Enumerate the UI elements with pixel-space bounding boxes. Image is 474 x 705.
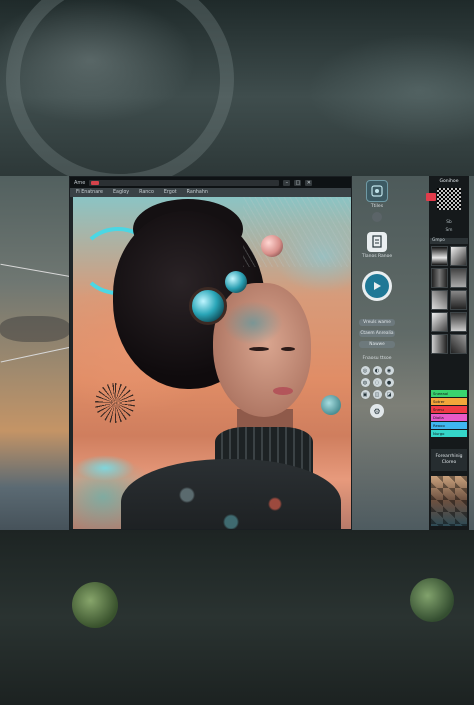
menu-bar: Fi Enatnare Eagloy Ranco Ergot Ranhahn: [70, 188, 351, 197]
preview-thumbnail[interactable]: [431, 476, 467, 526]
pill-button-2[interactable]: Ctaem Anrealia: [359, 330, 395, 337]
tool-icon-grid: ◎ ◐ ◉ ◍ ◌ ● ▣ ◫ ◪: [360, 366, 394, 399]
thumbnail[interactable]: [450, 246, 467, 266]
color-swatch-list: Sneeaol Sotrer Snmu Diolla Reaoo Nurgo: [431, 390, 467, 438]
thumbnail[interactable]: [450, 268, 467, 288]
art-orb-small: [225, 271, 247, 293]
menu-item-file[interactable]: Fi Enatnare: [76, 190, 103, 195]
background-wire: [0, 346, 72, 363]
action-button[interactable]: Forearrhinig Cloreo: [431, 449, 467, 471]
thumbnail-grid: [431, 246, 467, 354]
settings-button[interactable]: ⚙: [370, 404, 384, 418]
menu-item-3[interactable]: Ranco: [139, 190, 154, 195]
title-bar: Ame – □ ✕: [70, 177, 351, 188]
editor-window: Ame – □ ✕ Fi Enatnare Eagloy Ranco Ergot…: [69, 176, 352, 530]
pill-button-3[interactable]: Nawwe: [359, 341, 395, 348]
color-swatch[interactable]: Diolla: [431, 414, 467, 421]
tool-icon[interactable]: ◍: [360, 378, 370, 387]
tool-panel: Ttiles Tlanos Ranoe Vreuls wame Ctaem An…: [356, 176, 398, 530]
artwork-canvas[interactable]: [73, 197, 351, 529]
tool-icon[interactable]: ◐: [372, 366, 382, 375]
art-dandelion: [95, 383, 135, 423]
menu-item-5[interactable]: Ranhahn: [187, 190, 208, 195]
badge-label: Tlanos Ranoe: [361, 254, 393, 259]
background-sky: [0, 0, 474, 188]
tool-icon[interactable]: ◌: [372, 378, 382, 387]
art-eye-right: [281, 347, 295, 351]
background-bottom: [0, 530, 474, 705]
background-left-sunset: [0, 176, 72, 530]
tool-icon[interactable]: ●: [384, 378, 394, 387]
tiles-label: Ttiles: [370, 204, 384, 209]
background-glow: [72, 582, 118, 628]
thumbnail[interactable]: [431, 312, 448, 332]
thumbnail[interactable]: [431, 246, 448, 266]
menu-item-4[interactable]: Ergot: [164, 190, 177, 195]
play-icon: [365, 274, 389, 298]
thumbnail-tab[interactable]: Gmpo: [430, 238, 468, 244]
art-planet: [321, 395, 341, 415]
menu-item-2[interactable]: Eagloy: [113, 190, 129, 195]
tool-icon[interactable]: ◎: [360, 366, 370, 375]
art-orb-teal: [189, 287, 227, 325]
maximize-button[interactable]: □: [294, 179, 302, 186]
address-bar[interactable]: [89, 179, 280, 186]
art-face-mask: [223, 301, 283, 345]
document-icon[interactable]: [367, 232, 387, 252]
right-panel-header: Gonihoe: [439, 179, 459, 184]
tool-icon[interactable]: ▣: [360, 390, 370, 399]
dot-icon[interactable]: [372, 212, 382, 222]
close-button[interactable]: ✕: [305, 179, 313, 186]
play-button[interactable]: [362, 271, 392, 301]
color-swatch[interactable]: Nurgo: [431, 430, 467, 437]
thumbnail[interactable]: [431, 334, 448, 354]
thumbnail[interactable]: [431, 290, 448, 310]
art-lips: [273, 387, 293, 395]
pill-button-1[interactable]: Vreuls wame: [359, 319, 395, 326]
red-tab-marker[interactable]: [426, 193, 436, 201]
record-icon[interactable]: [91, 180, 100, 185]
tool-icon[interactable]: ◫: [372, 390, 382, 399]
thumbnail[interactable]: [450, 290, 467, 310]
app-name: Ame: [74, 179, 86, 186]
art-orb-pink: [261, 235, 283, 257]
gear-icon: ⚙: [373, 406, 381, 416]
color-swatch[interactable]: Sotrer: [431, 398, 467, 405]
background-ring: [6, 0, 234, 188]
tiles-icon[interactable]: [366, 180, 388, 202]
color-swatch[interactable]: Snmu: [431, 406, 467, 413]
minimize-button[interactable]: –: [283, 179, 291, 186]
background-wire: [0, 263, 72, 278]
art-eye-left: [249, 347, 269, 351]
right-panel-sub2: Sm: [445, 228, 453, 233]
background-cloud: [0, 316, 70, 342]
color-swatch[interactable]: Reaoo: [431, 422, 467, 429]
background-glow: [410, 578, 454, 622]
qr-code-icon[interactable]: [437, 188, 461, 210]
tool-icon[interactable]: ◪: [384, 390, 394, 399]
art-feathers: [243, 197, 351, 267]
tool-icon[interactable]: ◉: [384, 366, 394, 375]
art-water-glow: [75, 455, 135, 481]
thumbnail[interactable]: [450, 312, 467, 332]
right-panel: Gonihoe Sb Sm Gmpo Sneeaol Sotrer Snmu D…: [426, 176, 469, 530]
thumbnail[interactable]: [450, 334, 467, 354]
section-label: Fnaosu ttsoe: [362, 356, 392, 361]
right-panel-sub1: Sb: [446, 220, 452, 225]
thumbnail[interactable]: [431, 268, 448, 288]
color-swatch[interactable]: Sneeaol: [431, 390, 467, 397]
